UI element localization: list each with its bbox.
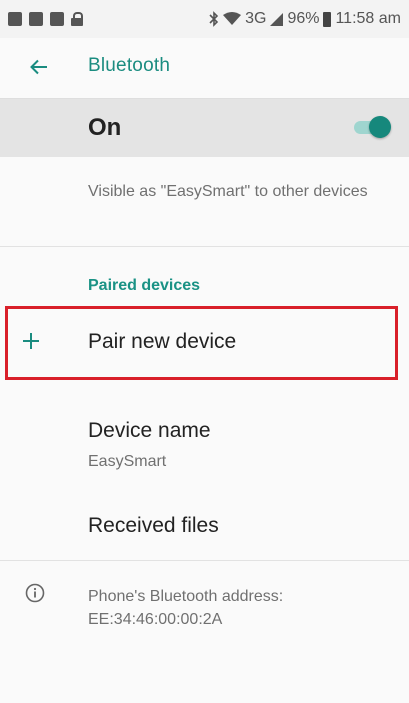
clock: 11:58 am bbox=[335, 10, 401, 27]
info-icon bbox=[25, 583, 45, 603]
notification-icon bbox=[29, 12, 43, 26]
wifi-icon bbox=[223, 12, 242, 25]
network-type-text: 3G bbox=[245, 10, 267, 27]
app-bar: Bluetooth bbox=[0, 38, 409, 98]
paired-devices-header: Paired devices bbox=[88, 277, 201, 294]
system-icons: 3G 96% 11:58 am bbox=[209, 10, 401, 28]
battery-percent: 96% bbox=[287, 10, 320, 27]
back-button[interactable] bbox=[25, 55, 53, 79]
plus-icon bbox=[22, 332, 40, 350]
battery-icon bbox=[323, 11, 332, 27]
bluetooth-master-switch-row[interactable]: On bbox=[0, 99, 409, 157]
bluetooth-status-icon bbox=[209, 11, 219, 27]
switch-state-label: On bbox=[88, 114, 122, 141]
visibility-description: Visible as "EasySmart" to other devices bbox=[88, 183, 368, 200]
notification-icon bbox=[8, 12, 22, 26]
device-name-title: Device name bbox=[88, 419, 211, 442]
image-notification-icon bbox=[50, 12, 64, 26]
toggle-thumb bbox=[369, 116, 391, 138]
device-name-item[interactable]: Device name EasySmart bbox=[0, 410, 409, 482]
device-name-value: EasySmart bbox=[88, 453, 167, 470]
cell-signal-icon bbox=[270, 12, 284, 26]
bluetooth-toggle[interactable] bbox=[352, 116, 392, 138]
divider bbox=[0, 560, 409, 561]
status-bar: 3G 96% 11:58 am bbox=[0, 0, 409, 38]
received-files-title: Received files bbox=[88, 514, 219, 537]
arrow-back-icon bbox=[30, 59, 47, 75]
pair-new-device-item[interactable]: Pair new device bbox=[0, 303, 409, 385]
bluetooth-address-text: Phone's Bluetooth address: EE:34:46:00:0… bbox=[88, 588, 284, 628]
received-files-item[interactable]: Received files bbox=[0, 500, 409, 554]
divider bbox=[0, 246, 409, 247]
pair-new-device-label: Pair new device bbox=[88, 330, 237, 353]
notification-icons bbox=[8, 12, 83, 26]
lock-icon bbox=[71, 12, 83, 26]
page-title: Bluetooth bbox=[88, 55, 171, 76]
